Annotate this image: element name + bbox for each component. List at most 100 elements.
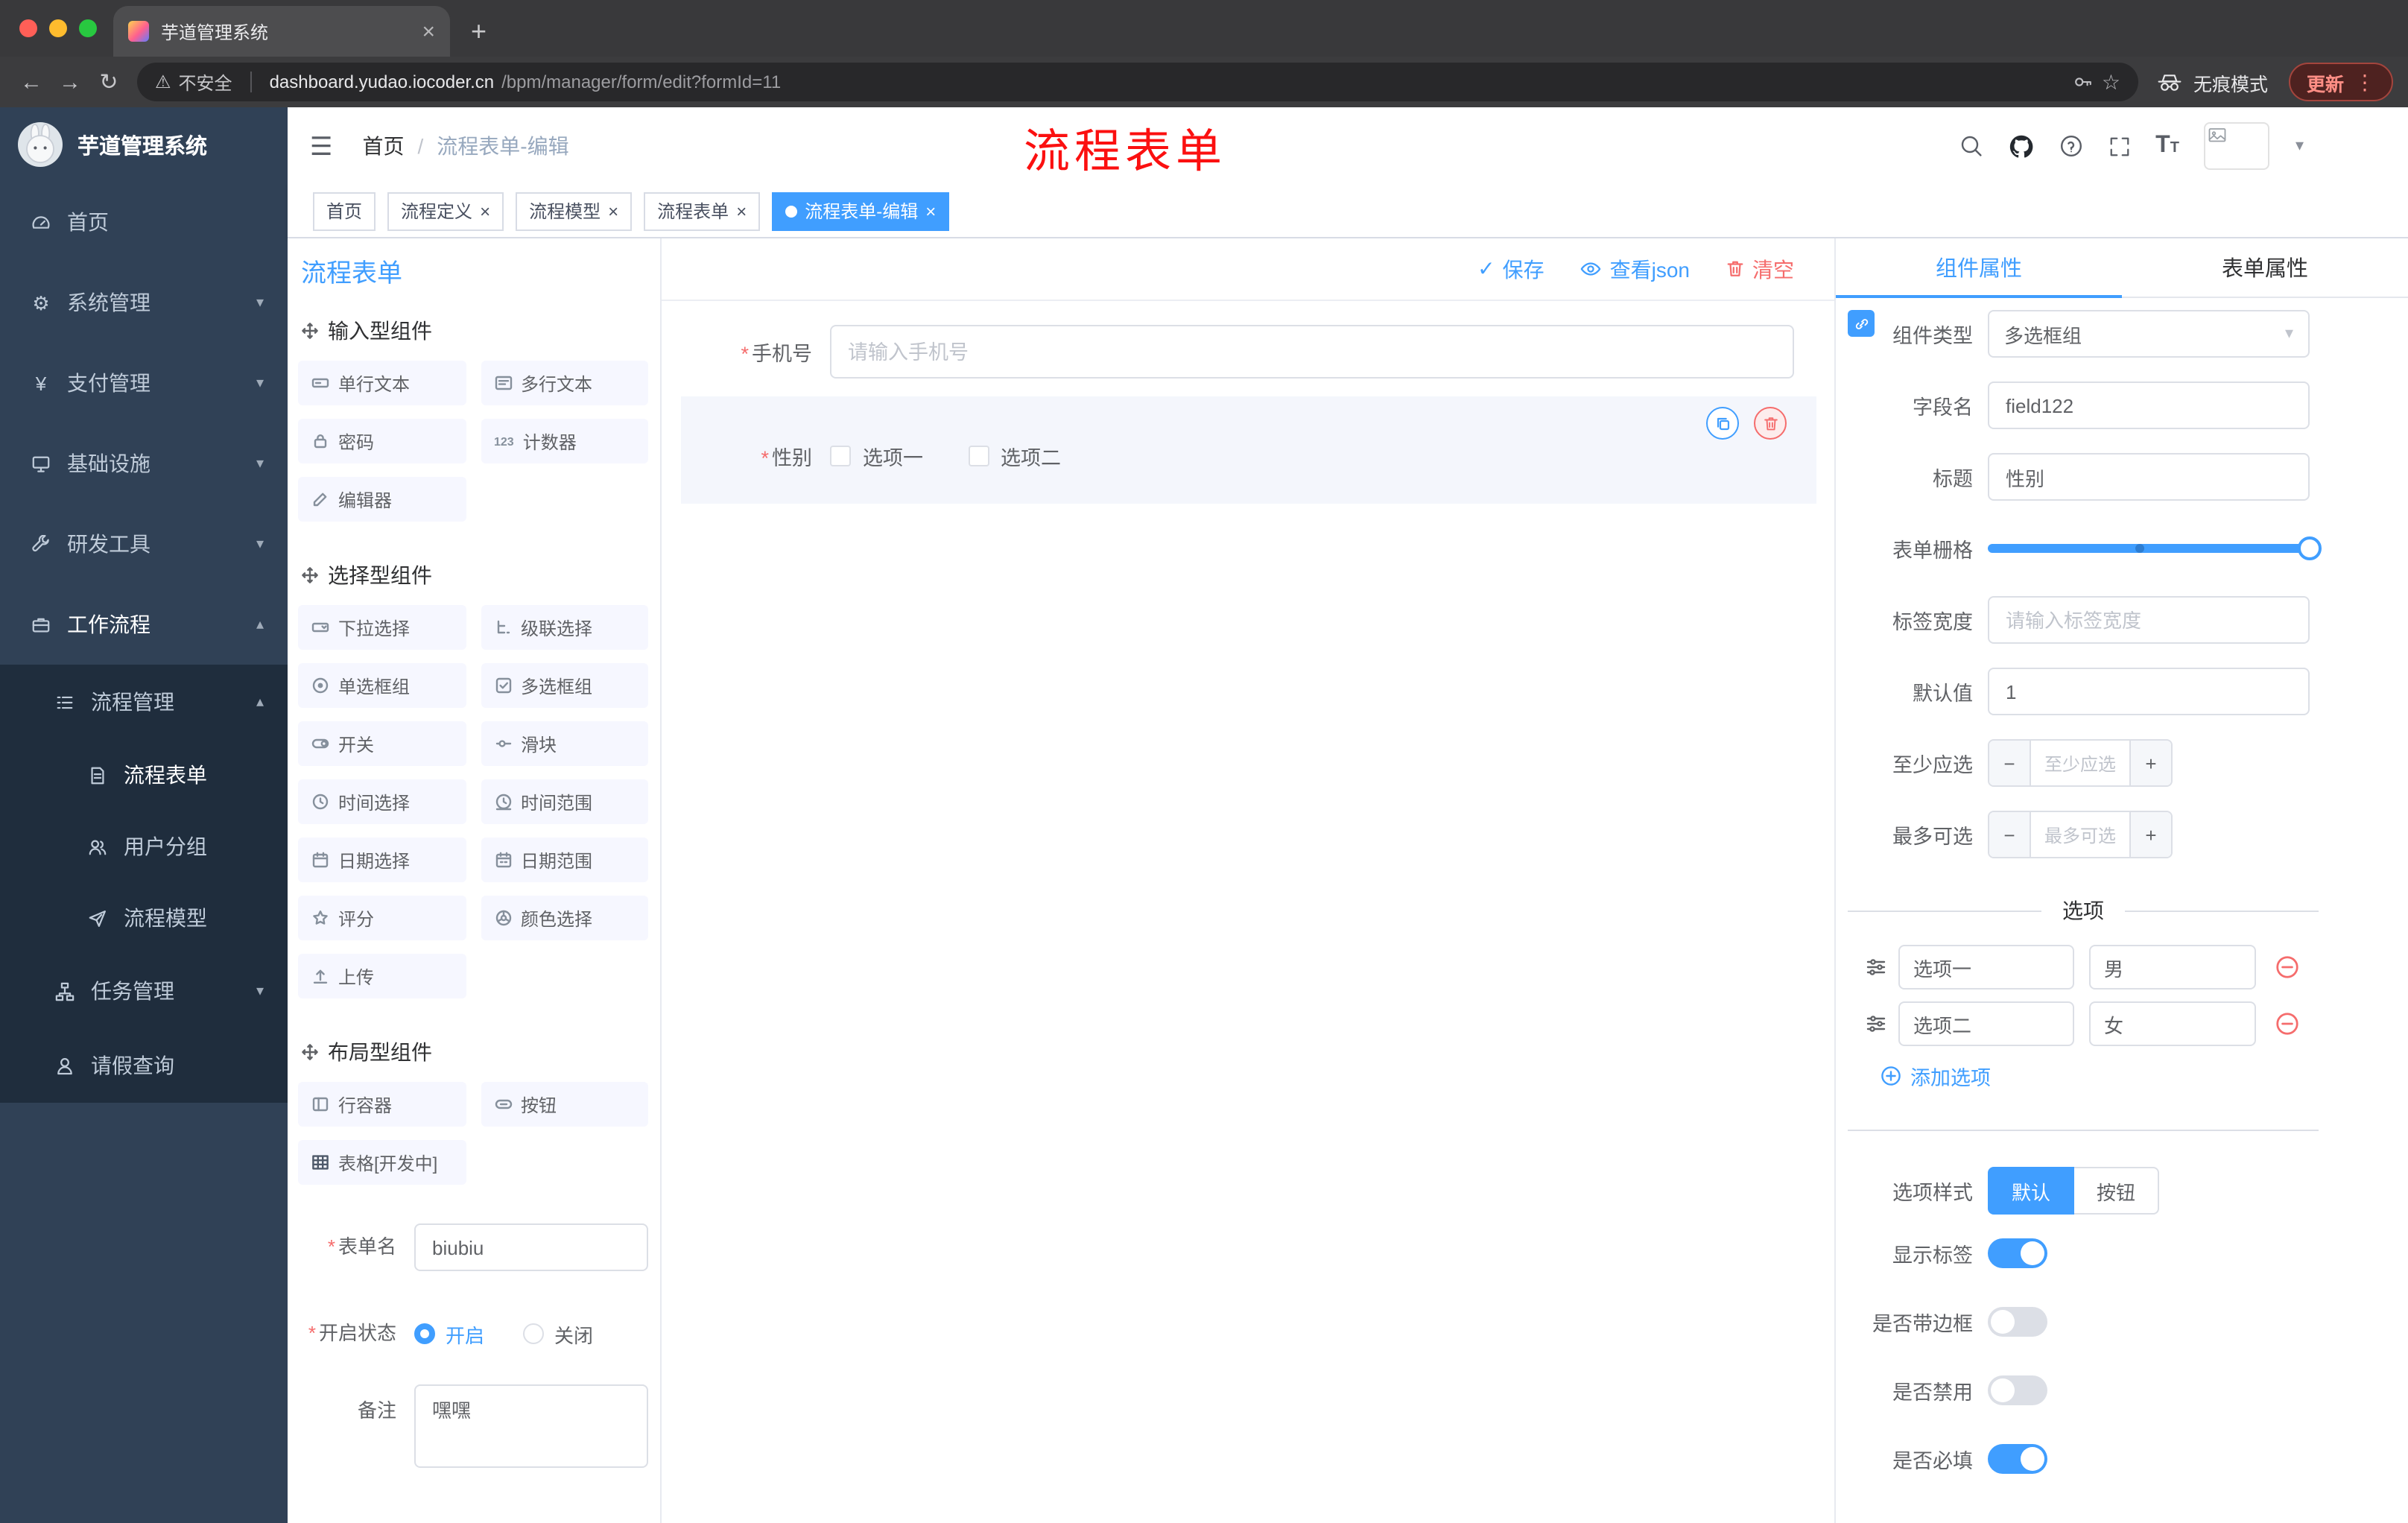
- sidebar-item-infra[interactable]: 基础设施 ▾: [0, 423, 288, 504]
- password-key-icon[interactable]: [2073, 72, 2094, 92]
- tab-form-props[interactable]: 表单属性: [2122, 238, 2408, 297]
- show-label-switch[interactable]: [1988, 1238, 2047, 1268]
- slider-handle[interactable]: [2298, 536, 2322, 560]
- bookmark-star-icon[interactable]: ☆: [2102, 72, 2120, 92]
- checkbox-option-two[interactable]: 选项二: [968, 441, 1061, 471]
- tab-component-props[interactable]: 组件属性: [1836, 238, 2122, 298]
- option-label-input[interactable]: [1898, 945, 2074, 990]
- save-button[interactable]: ✓ 保存: [1477, 254, 1544, 284]
- sidebar-item-system[interactable]: ⚙ 系统管理 ▾: [0, 262, 288, 343]
- drag-handle-icon[interactable]: [1866, 1013, 1886, 1034]
- remove-option-icon[interactable]: [2275, 955, 2299, 979]
- github-icon[interactable]: [2008, 133, 2033, 159]
- tag-close-icon[interactable]: ×: [925, 202, 936, 220]
- checkbox-option-one[interactable]: 选项一: [830, 441, 923, 471]
- remove-option-icon[interactable]: [2275, 1012, 2299, 1036]
- palette-item-table[interactable]: 表格[开发中]: [298, 1140, 466, 1185]
- palette-item-password[interactable]: 密码: [298, 419, 466, 463]
- title-input[interactable]: [1988, 453, 2310, 501]
- palette-item-row-container[interactable]: 行容器: [298, 1082, 466, 1127]
- palette-item-select[interactable]: 下拉选择: [298, 605, 466, 650]
- address-bar[interactable]: ⚠ 不安全 dashboard.yudao.iocoder.cn /bpm/ma…: [137, 63, 2138, 101]
- sidebar-item-process-model[interactable]: 流程模型: [0, 882, 288, 954]
- view-json-button[interactable]: 查看json: [1580, 254, 1690, 284]
- style-default-button[interactable]: 默认: [1988, 1167, 2075, 1215]
- window-zoom-button[interactable]: [79, 19, 97, 37]
- font-size-icon[interactable]: TT: [2155, 133, 2179, 158]
- add-option-button[interactable]: 添加选项: [1881, 1061, 2408, 1091]
- field-name-input[interactable]: [1988, 381, 2310, 429]
- avatar[interactable]: [2204, 122, 2270, 170]
- palette-item-editor[interactable]: 编辑器: [298, 477, 466, 522]
- fullscreen-icon[interactable]: [2108, 135, 2130, 157]
- breadcrumb-home[interactable]: 首页: [363, 131, 405, 161]
- tag-home[interactable]: 首页: [313, 191, 376, 230]
- sidebar-item-user-group[interactable]: 用户分组: [0, 811, 288, 882]
- disabled-switch[interactable]: [1988, 1375, 2047, 1405]
- palette-item-checkbox-group[interactable]: 多选框组: [481, 663, 648, 708]
- increase-button[interactable]: +: [2129, 741, 2171, 785]
- tag-process-form[interactable]: 流程表单 ×: [644, 191, 761, 230]
- form-name-input[interactable]: [414, 1223, 648, 1271]
- palette-item-single-text[interactable]: 单行文本: [298, 361, 466, 405]
- palette-item-cascader[interactable]: 级联选择: [481, 605, 648, 650]
- option-value-input[interactable]: [2089, 1001, 2256, 1046]
- palette-item-multi-text[interactable]: 多行文本: [481, 361, 648, 405]
- increase-button[interactable]: +: [2129, 812, 2171, 857]
- sidebar-item-process-mgmt[interactable]: 流程管理 ▴: [0, 665, 288, 739]
- palette-item-slider[interactable]: 滑块: [481, 721, 648, 766]
- window-close-button[interactable]: [19, 19, 37, 37]
- browser-tab[interactable]: 芋道管理系统 ×: [113, 6, 450, 57]
- sidebar-item-payment[interactable]: ¥ 支付管理 ▾: [0, 343, 288, 423]
- tab-close-icon[interactable]: ×: [422, 20, 435, 42]
- sidebar-item-leave-query[interactable]: 请假查询: [0, 1028, 288, 1103]
- palette-item-switch[interactable]: 开关: [298, 721, 466, 766]
- style-button-button[interactable]: 按钮: [2074, 1167, 2160, 1215]
- delete-component-button[interactable]: [1754, 407, 1787, 440]
- tag-process-form-edit[interactable]: 流程表单-编辑 ×: [772, 191, 950, 230]
- drag-handle-icon[interactable]: [1866, 957, 1886, 978]
- tag-process-definition[interactable]: 流程定义 ×: [387, 191, 504, 230]
- form-remark-textarea[interactable]: 嘿嘿: [414, 1384, 648, 1468]
- palette-item-date[interactable]: 日期选择: [298, 838, 466, 882]
- radio-closed[interactable]: 关闭: [523, 1320, 593, 1348]
- sidebar-toggle-icon[interactable]: ☰: [310, 133, 333, 159]
- field-gender-selected[interactable]: * 性别 选项一 选项二: [681, 396, 1816, 504]
- reload-button[interactable]: ↻: [89, 71, 128, 93]
- avatar-caret-icon[interactable]: ▾: [2295, 137, 2304, 154]
- palette-item-color[interactable]: 颜色选择: [481, 896, 648, 940]
- radio-open[interactable]: 开启: [414, 1320, 484, 1348]
- grid-slider[interactable]: [1988, 536, 2322, 560]
- option-label-input[interactable]: [1898, 1001, 2074, 1046]
- tag-process-model[interactable]: 流程模型 ×: [516, 191, 633, 230]
- component-type-select[interactable]: 多选框组 ▾: [1988, 310, 2310, 358]
- browser-update-button[interactable]: 更新 ⋮: [2288, 63, 2393, 101]
- max-stepper-value[interactable]: 最多可选: [2031, 812, 2129, 857]
- decrease-button[interactable]: −: [1989, 812, 2031, 857]
- sidebar-item-process-form[interactable]: 流程表单: [0, 739, 288, 811]
- window-minimize-button[interactable]: [49, 19, 67, 37]
- copy-component-button[interactable]: [1706, 407, 1739, 440]
- help-icon[interactable]: [2059, 134, 2082, 158]
- search-icon[interactable]: [1959, 134, 1983, 158]
- palette-item-time[interactable]: 时间选择: [298, 779, 466, 824]
- insecure-label[interactable]: 不安全: [179, 69, 232, 95]
- back-button[interactable]: ←: [12, 71, 51, 93]
- palette-item-time-range[interactable]: 时间范围: [481, 779, 648, 824]
- browser-menu-icon[interactable]: ⋮: [2354, 72, 2375, 92]
- option-value-input[interactable]: [2089, 945, 2256, 990]
- clear-button[interactable]: 清空: [1726, 254, 1794, 284]
- palette-item-upload[interactable]: 上传: [298, 954, 466, 998]
- required-switch[interactable]: [1988, 1444, 2047, 1474]
- palette-item-rate[interactable]: 评分: [298, 896, 466, 940]
- palette-item-button[interactable]: 按钮: [481, 1082, 648, 1127]
- new-tab-button[interactable]: +: [471, 18, 487, 45]
- decrease-button[interactable]: −: [1989, 741, 2031, 785]
- sidebar-item-devtools[interactable]: 研发工具 ▾: [0, 504, 288, 584]
- phone-input[interactable]: [830, 325, 1794, 379]
- label-width-input[interactable]: [1988, 596, 2310, 644]
- min-stepper-value[interactable]: 至少应选: [2031, 741, 2129, 785]
- tag-close-icon[interactable]: ×: [480, 202, 490, 220]
- sidebar-item-home[interactable]: 首页: [0, 182, 288, 262]
- palette-item-date-range[interactable]: 日期范围: [481, 838, 648, 882]
